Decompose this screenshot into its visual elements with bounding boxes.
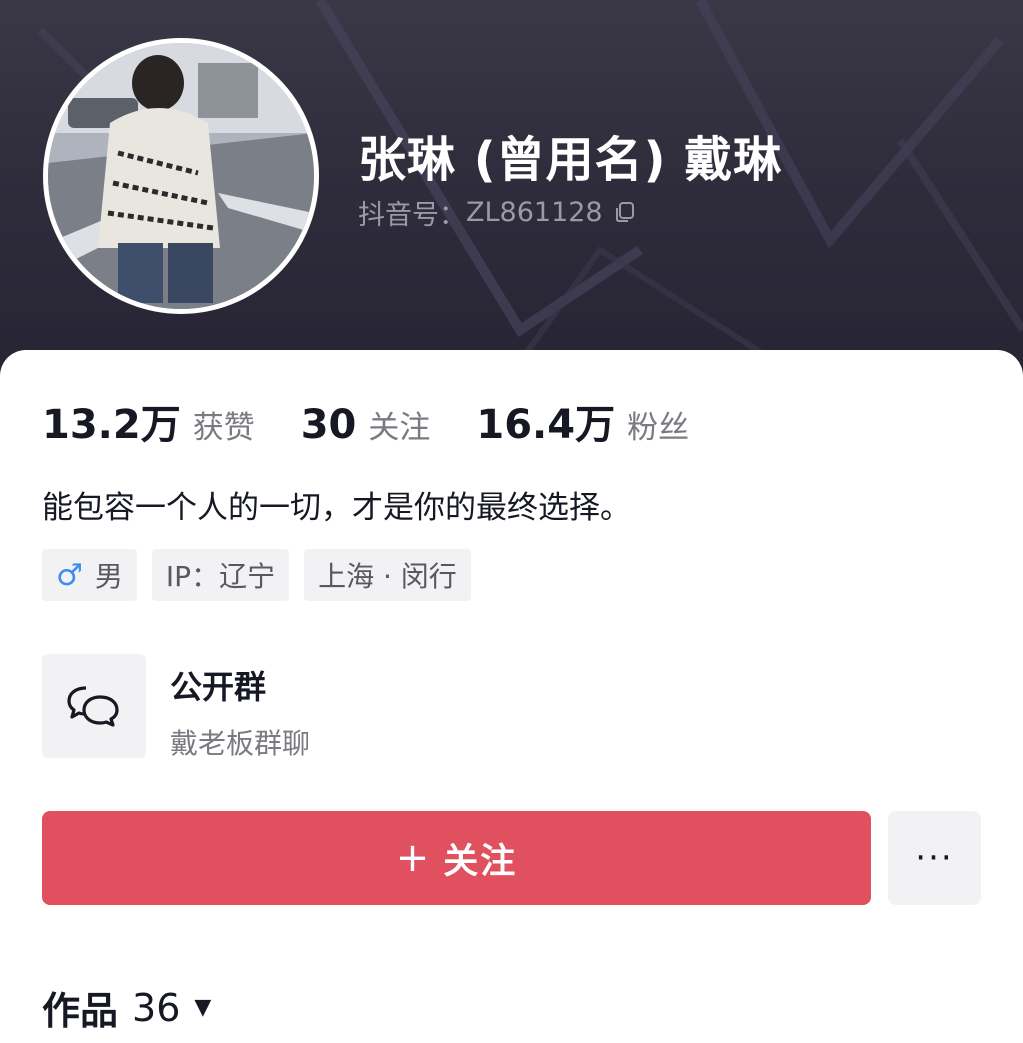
profile-card: 13.2万 获赞 30 关注 16.4万 粉丝 能包容一个人的一切，才是你的最终…: [0, 350, 1023, 1043]
plus-icon: +: [395, 835, 432, 881]
ip-label: IP：辽宁: [165, 560, 276, 593]
male-icon: ♂: [56, 557, 83, 593]
more-button[interactable]: ···: [888, 811, 981, 905]
bio-text: 能包容一个人的一切，才是你的最终选择。: [42, 490, 631, 526]
stat-label: 获赞: [192, 410, 255, 446]
stat-value: 30: [300, 402, 357, 448]
display-name: 张琳 (曾用名) 戴琳: [358, 132, 783, 188]
works-count: 36: [132, 985, 181, 1030]
gender-label: 男: [94, 560, 123, 593]
follow-button[interactable]: + 关注: [42, 811, 871, 905]
dropdown-arrow-icon: ▼: [194, 995, 212, 1020]
douyin-id-row: 抖音号： ZL861128: [358, 194, 637, 231]
douyin-id-value: ZL861128: [466, 196, 603, 228]
stat-value: 16.4万: [476, 402, 616, 448]
works-tab[interactable]: 作品 36 ▼: [42, 980, 211, 1035]
chat-bubbles-icon: [42, 654, 146, 758]
gender-tag: ♂ 男: [42, 549, 137, 601]
group-text: 公开群 戴老板群聊: [170, 654, 310, 762]
stat-label: 粉丝: [627, 410, 690, 446]
group-title: 公开群: [170, 668, 267, 706]
ip-tag: IP：辽宁: [151, 549, 290, 601]
stat-likes[interactable]: 13.2万 获赞: [42, 392, 255, 450]
profile-tags: ♂ 男 IP：辽宁 上海 · 闵行: [42, 549, 486, 601]
location-label: 上海 · 闵行: [318, 560, 457, 593]
more-dots-icon: ···: [915, 838, 954, 878]
location-tag: 上海 · 闵行: [304, 549, 471, 601]
group-subtitle: 戴老板群聊: [170, 727, 311, 760]
douyin-id-label: 抖音号：: [358, 199, 466, 231]
profile-header: 张琳 (曾用名) 戴琳 抖音号： ZL861128: [0, 0, 1023, 390]
follow-label: 关注: [443, 841, 518, 882]
avatar-photo: [48, 43, 314, 309]
stat-label: 关注: [368, 410, 431, 446]
public-group-entry[interactable]: 公开群 戴老板群聊: [42, 654, 310, 762]
works-label: 作品: [42, 989, 119, 1033]
stat-followers[interactable]: 16.4万 粉丝: [476, 392, 689, 450]
stats-row: 13.2万 获赞 30 关注 16.4万 粉丝: [42, 392, 735, 450]
avatar[interactable]: [43, 38, 319, 314]
copy-icon[interactable]: [613, 200, 637, 224]
stat-following[interactable]: 30 关注: [301, 402, 431, 448]
stat-value: 13.2万: [42, 402, 181, 448]
